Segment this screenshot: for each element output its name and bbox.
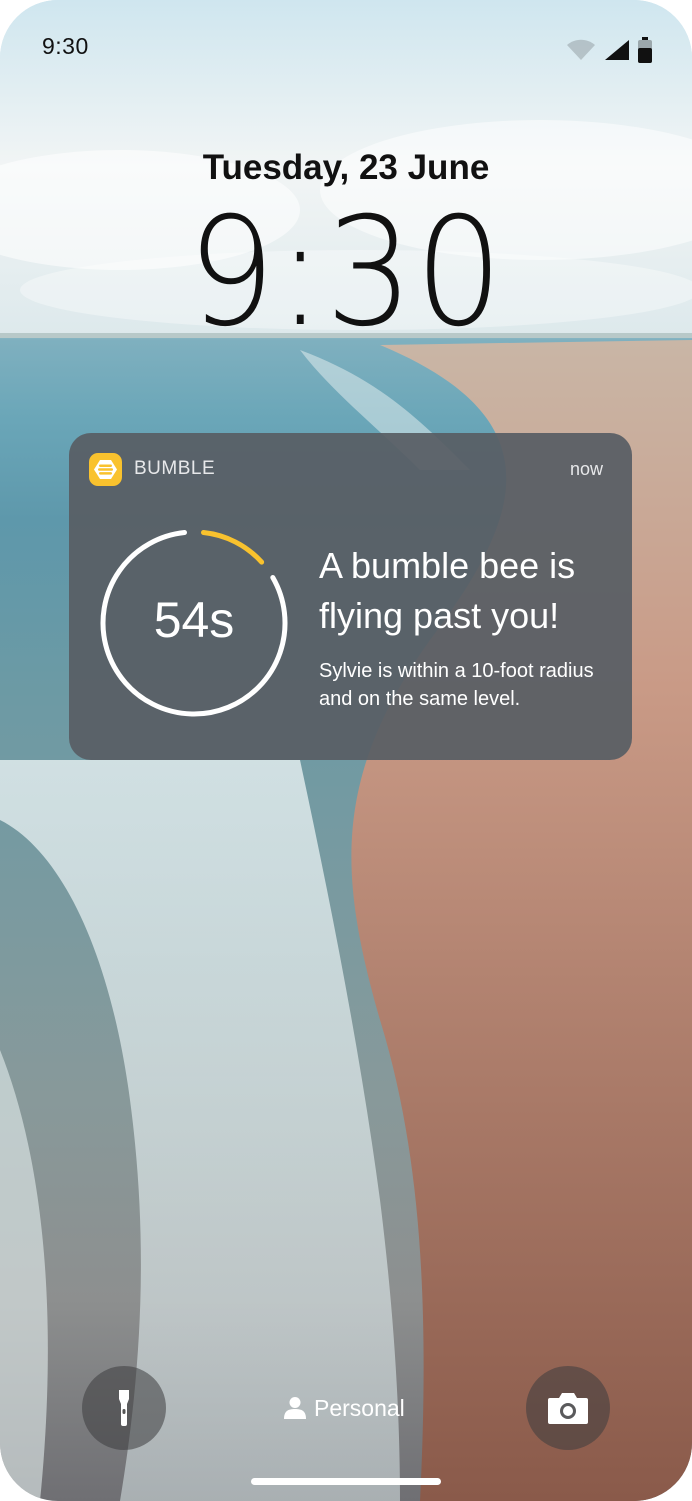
lock-clock: 9:30 — [187, 186, 505, 360]
camera-icon — [548, 1393, 588, 1424]
notification-body: Sylvie is within a 10-foot radius and on… — [319, 660, 594, 710]
status-bar: 9:30 — [0, 0, 692, 90]
status-icons — [566, 36, 652, 64]
bumble-app-icon — [89, 453, 122, 486]
notification-app-name: BUMBLE — [134, 458, 216, 479]
notification-card[interactable]: BUMBLE now 54s A bumble bee is flying pa… — [69, 433, 632, 760]
cellular-signal-icon — [605, 40, 629, 60]
notification-title: A bumble bee is flying past you! — [319, 545, 576, 636]
countdown-ring-progress — [201, 530, 265, 565]
notification-time: now — [569, 459, 603, 479]
camera-button[interactable] — [526, 1366, 610, 1450]
profile-switcher[interactable]: Personal — [284, 1393, 405, 1423]
person-icon — [284, 1397, 306, 1419]
countdown-label: 54s — [153, 592, 235, 648]
battery-icon — [638, 37, 652, 63]
wifi-icon — [567, 39, 595, 60]
status-time: 9:30 — [42, 33, 89, 59]
lock-date: Tuesday, 23 June — [202, 148, 490, 187]
flashlight-icon — [119, 1390, 129, 1426]
lock-screen: 9:30 Tuesday, 23 June 9:30 BUMBLE now 54… — [0, 0, 692, 1501]
home-indicator[interactable] — [251, 1478, 441, 1485]
profile-label: Personal — [314, 1394, 405, 1421]
bumble-logo-icon — [94, 460, 117, 479]
flashlight-button[interactable] — [82, 1366, 166, 1450]
